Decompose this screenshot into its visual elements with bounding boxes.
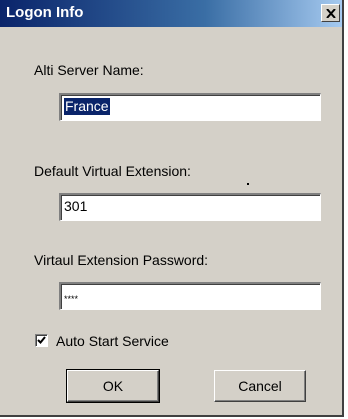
dialog-title: Logon Info: [6, 4, 84, 21]
auto-start-checkbox[interactable]: [35, 334, 48, 347]
password-value: ****: [64, 294, 79, 304]
ok-button[interactable]: OK: [66, 369, 160, 403]
title-bar[interactable]: Logon Info: [0, 0, 342, 27]
extension-input[interactable]: 301: [59, 193, 321, 221]
server-name-input[interactable]: France: [59, 93, 321, 121]
logon-info-dialog: Logon Info Alti Server Name: France Defa…: [0, 0, 344, 417]
extension-label: Default Virtual Extension:: [34, 163, 191, 179]
cancel-button[interactable]: Cancel: [214, 370, 306, 402]
stray-dot: [247, 183, 249, 185]
server-name-label: Alti Server Name:: [34, 62, 144, 78]
password-input[interactable]: ****: [59, 282, 321, 310]
auto-start-label[interactable]: Auto Start Service: [56, 333, 169, 349]
close-icon: [325, 8, 336, 18]
close-button[interactable]: [321, 4, 340, 22]
extension-value: 301: [64, 198, 88, 214]
server-name-value: France: [64, 98, 110, 115]
password-label: Virtaul Extension Password:: [34, 252, 209, 268]
checkmark-icon: [37, 336, 46, 344]
